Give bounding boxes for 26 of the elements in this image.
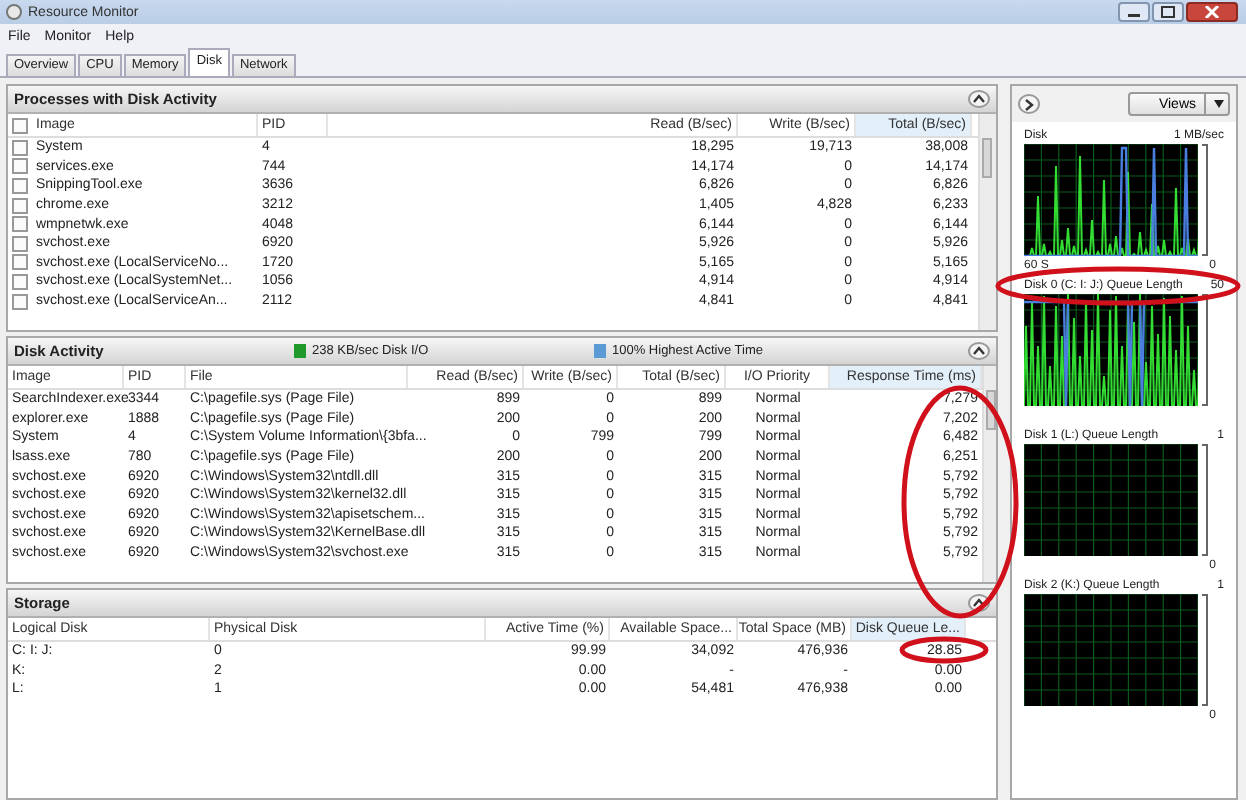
checkbox[interactable] <box>12 158 28 175</box>
highlight-ellipse <box>899 636 989 664</box>
expand-button[interactable] <box>1018 94 1040 114</box>
checkbox[interactable] <box>12 235 28 252</box>
collapse-button[interactable] <box>968 342 990 360</box>
chevron-up-icon <box>972 598 986 608</box>
checkbox[interactable] <box>12 254 28 271</box>
checkbox[interactable] <box>12 117 28 133</box>
checkbox[interactable] <box>12 293 28 310</box>
caret-icon <box>1214 100 1224 108</box>
maximize-button[interactable] <box>1152 2 1184 22</box>
checkbox[interactable] <box>12 197 28 214</box>
close-icon <box>1204 6 1220 18</box>
scrollbar[interactable] <box>978 114 996 330</box>
checkbox[interactable] <box>12 177 28 194</box>
checkbox[interactable] <box>12 273 28 290</box>
chevron-up-icon <box>972 94 986 104</box>
maximize-icon <box>1160 6 1176 18</box>
checkbox[interactable] <box>12 139 28 156</box>
chevron-up-icon <box>972 346 986 356</box>
chevron-right-icon <box>1024 97 1034 111</box>
scrollbar[interactable] <box>982 366 996 582</box>
checkbox[interactable] <box>12 216 28 233</box>
close-button[interactable] <box>1186 2 1238 22</box>
minimize-button[interactable] <box>1118 2 1150 22</box>
collapse-button[interactable] <box>968 90 990 108</box>
